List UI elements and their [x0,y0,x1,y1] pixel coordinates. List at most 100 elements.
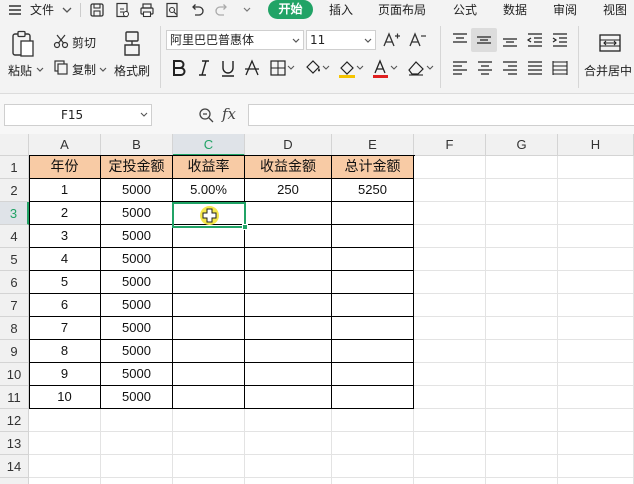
cell-a10[interactable]: 9 [29,363,101,386]
hamburger-menu-icon[interactable] [6,1,24,19]
cell-b13[interactable] [101,432,173,455]
cell-b3[interactable]: 5000 [101,202,173,225]
paste-dropdown-icon[interactable] [35,64,45,78]
column-header-e[interactable]: E [332,134,414,156]
cell-f10[interactable] [414,363,486,386]
cell-f8[interactable] [414,317,486,340]
chevron-down-icon[interactable] [58,1,76,19]
select-all-corner[interactable] [0,134,29,156]
column-header-c[interactable]: C [173,134,245,156]
row-header-6[interactable]: 6 [0,271,29,294]
cut-icon[interactable] [52,32,70,53]
cell-d11[interactable] [245,386,332,409]
cell-f1[interactable] [414,156,486,179]
font-size-dropdown-icon[interactable] [363,36,373,46]
underline-icon[interactable] [219,58,237,81]
cell-e12[interactable] [332,409,414,432]
tab-data[interactable]: 数据 [503,2,527,18]
cell-d10[interactable] [245,363,332,386]
cell-h6[interactable] [558,271,634,294]
cell-h12[interactable] [558,409,634,432]
cell-h14[interactable] [558,455,634,478]
cell-a1[interactable]: 年份 [29,156,101,179]
italic-icon[interactable] [195,58,213,81]
cell-h9[interactable] [558,340,634,363]
font-name-select[interactable]: 阿里巴巴普惠体 [166,30,304,50]
cell-a5[interactable]: 4 [29,248,101,271]
column-header-f[interactable]: F [414,134,486,156]
cell-e2[interactable]: 5250 [332,179,414,202]
cell-g11[interactable] [486,386,558,409]
cell-e10[interactable] [332,363,414,386]
align-right-icon[interactable] [500,58,520,81]
row-header-4[interactable]: 4 [0,225,29,248]
copy-icon[interactable] [52,58,70,79]
cell-e3[interactable] [332,202,414,225]
cell-b1[interactable]: 定投金额 [101,156,173,179]
cell-b5[interactable]: 5000 [101,248,173,271]
column-header-h[interactable]: H [558,134,634,156]
cell-h1[interactable] [558,156,634,179]
column-header-b[interactable]: B [101,134,173,156]
cell-e7[interactable] [332,294,414,317]
row-header-10[interactable]: 10 [0,363,29,386]
row-header-11[interactable]: 11 [0,386,29,409]
cell-f15[interactable] [414,478,486,484]
cut-button[interactable]: 剪切 [72,34,96,51]
cell-b14[interactable] [101,455,173,478]
cell-f9[interactable] [414,340,486,363]
cell-a2[interactable]: 1 [29,179,101,202]
cell-h4[interactable] [558,225,634,248]
cell-e14[interactable] [332,455,414,478]
highlight-color-icon[interactable] [337,58,365,83]
cell-g10[interactable] [486,363,558,386]
bold-icon[interactable] [170,58,188,81]
cell-c4[interactable] [173,225,245,248]
row-header-2[interactable]: 2 [0,179,29,202]
cell-c14[interactable] [173,455,245,478]
cell-d2[interactable]: 250 [245,179,332,202]
clear-format-icon[interactable] [405,58,435,81]
save-icon[interactable] [88,1,106,19]
format-painter-button[interactable]: 格式刷 [114,62,150,79]
cell-d8[interactable] [245,317,332,340]
merge-center-button[interactable]: 合并居中 [584,62,632,79]
tab-insert[interactable]: 插入 [329,2,353,18]
cell-e6[interactable] [332,271,414,294]
cell-h15[interactable] [558,478,634,484]
cell-d4[interactable] [245,225,332,248]
increase-font-size-icon[interactable] [381,30,401,53]
fill-handle[interactable] [242,224,248,230]
print-icon[interactable] [138,1,156,19]
align-top-icon[interactable] [450,30,470,53]
cell-a14[interactable] [29,455,101,478]
cell-g2[interactable] [486,179,558,202]
row-header-8[interactable]: 8 [0,317,29,340]
row-header-7[interactable]: 7 [0,294,29,317]
cell-d12[interactable] [245,409,332,432]
cell-d15[interactable] [245,478,332,484]
justify-icon[interactable] [525,58,545,81]
copy-button[interactable]: 复制 [72,61,96,78]
cell-a12[interactable] [29,409,101,432]
cell-b9[interactable]: 5000 [101,340,173,363]
insert-function-button[interactable]: fx [222,105,236,123]
cell-g13[interactable] [486,432,558,455]
column-header-a[interactable]: A [29,134,101,156]
cell-a8[interactable]: 7 [29,317,101,340]
copy-dropdown-icon[interactable] [98,64,108,78]
cell-c2[interactable]: 5.00% [173,179,245,202]
cell-c12[interactable] [173,409,245,432]
cell-h8[interactable] [558,317,634,340]
cell-d7[interactable] [245,294,332,317]
cell-f13[interactable] [414,432,486,455]
file-menu[interactable]: 文件 [30,2,54,18]
row-header-14[interactable]: 14 [0,455,29,478]
cell-b10[interactable]: 5000 [101,363,173,386]
cell-g7[interactable] [486,294,558,317]
cell-a9[interactable]: 8 [29,340,101,363]
row-header-15[interactable]: 15 [0,478,29,484]
cell-b12[interactable] [101,409,173,432]
cell-c15[interactable] [173,478,245,484]
cell-f4[interactable] [414,225,486,248]
